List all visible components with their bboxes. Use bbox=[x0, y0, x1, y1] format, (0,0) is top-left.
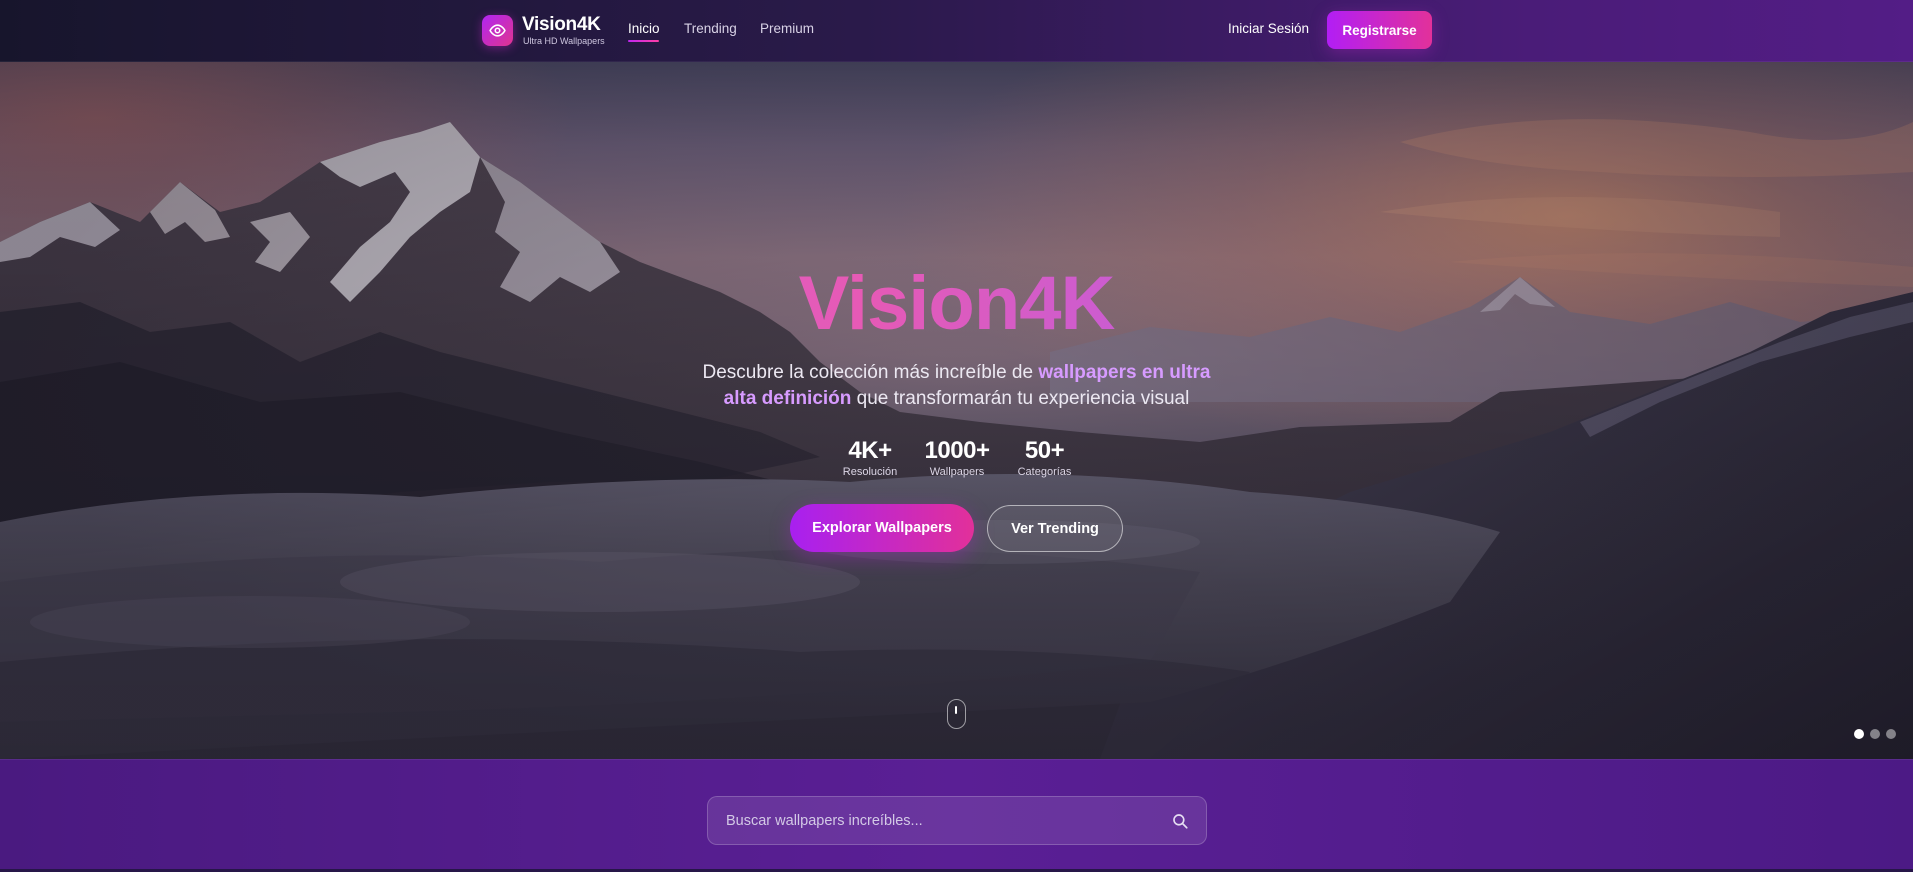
register-button[interactable]: Registrarse bbox=[1327, 11, 1432, 49]
stat-categories: 50+ Categorías bbox=[1013, 437, 1076, 478]
scroll-wheel bbox=[955, 706, 957, 714]
hero-description-text-end: que transformarán tu experiencia visual bbox=[851, 388, 1190, 409]
slide-dot-2[interactable] bbox=[1870, 729, 1880, 739]
top-navbar: Vision4K Ultra HD Wallpapers Inicio Tren… bbox=[0, 0, 1913, 62]
slide-dot-3[interactable] bbox=[1886, 729, 1896, 739]
stat-label: Wallpapers bbox=[929, 466, 985, 478]
stat-value: 4K+ bbox=[848, 437, 892, 464]
stat-value: 50+ bbox=[1024, 437, 1065, 464]
hero-description-text: Descubre la colección más increíble de bbox=[702, 362, 1039, 383]
stat-label: Categorías bbox=[1017, 466, 1072, 478]
search-input[interactable] bbox=[726, 797, 1156, 844]
search-section bbox=[0, 759, 1913, 872]
stat-value: 1000+ bbox=[924, 437, 990, 464]
logo-badge[interactable] bbox=[482, 15, 513, 46]
nav-link-premium[interactable]: Premium bbox=[760, 21, 814, 36]
stat-resolution: 4K+ Resolución bbox=[840, 437, 900, 478]
search-box[interactable] bbox=[707, 796, 1207, 845]
scroll-indicator-icon[interactable] bbox=[947, 699, 966, 729]
login-link[interactable]: Iniciar Sesión bbox=[1228, 21, 1309, 36]
stat-label: Resolución bbox=[842, 466, 898, 478]
view-trending-button[interactable]: Ver Trending bbox=[987, 505, 1123, 552]
nav-link-trending[interactable]: Trending bbox=[684, 21, 737, 36]
hero-title: Vision4K bbox=[0, 260, 1913, 347]
explore-wallpapers-button[interactable]: Explorar Wallpapers bbox=[790, 504, 974, 552]
eye-icon bbox=[489, 24, 506, 37]
nav-link-inicio[interactable]: Inicio bbox=[628, 21, 660, 36]
active-nav-indicator bbox=[628, 40, 659, 42]
hero-section: Vision4K Descubre la colección más incre… bbox=[0, 62, 1913, 759]
brand-tagline: Ultra HD Wallpapers bbox=[523, 36, 605, 46]
brand-name[interactable]: Vision4K bbox=[522, 14, 601, 36]
slide-dot-1[interactable] bbox=[1854, 729, 1864, 739]
search-icon[interactable] bbox=[1171, 812, 1189, 830]
hero-description: Descubre la colección más increíble de w… bbox=[696, 360, 1217, 412]
stat-wallpapers: 1000+ Wallpapers bbox=[917, 437, 997, 478]
